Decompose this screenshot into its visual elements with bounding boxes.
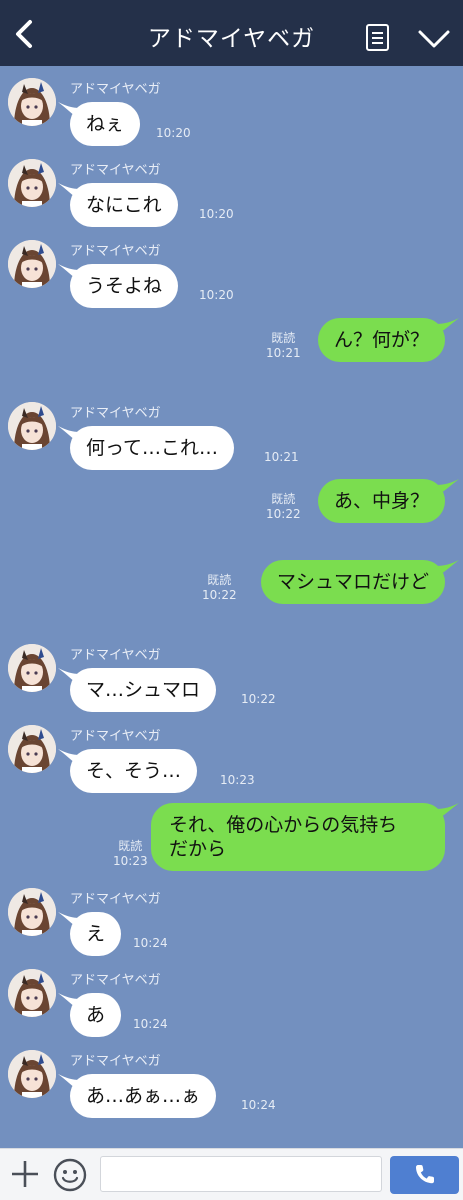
message-bubble[interactable]: マ…シュマロ bbox=[70, 668, 217, 712]
message-row: アドマイヤベガ ねぇ 10:20 bbox=[0, 72, 463, 150]
message-time: 10:20 bbox=[199, 288, 234, 302]
chat-header: アドマイヤベガ bbox=[0, 0, 463, 66]
sender-name: アドマイヤベガ bbox=[70, 892, 161, 907]
message-bubble[interactable]: あ bbox=[70, 993, 122, 1037]
read-label: 既読 bbox=[118, 839, 143, 853]
message-bubble[interactable]: あ…あぁ…ぁ bbox=[70, 1074, 217, 1118]
sender-name: アドマイヤベガ bbox=[70, 729, 161, 744]
message-bubble[interactable]: 何って…これ… bbox=[70, 426, 235, 470]
message-time: 10:23 bbox=[113, 854, 148, 868]
message-row: あ、中身？ 既読 10:22 bbox=[0, 479, 463, 527]
message-time: 10:22 bbox=[266, 507, 301, 521]
avatar[interactable] bbox=[8, 159, 56, 207]
avatar[interactable] bbox=[8, 240, 56, 288]
sender-name: アドマイヤベガ bbox=[70, 406, 161, 421]
message-bubble[interactable]: ん？何が？ bbox=[317, 318, 445, 362]
message-bubble[interactable]: なにこれ bbox=[70, 183, 178, 227]
message-bubble[interactable]: え bbox=[70, 912, 122, 956]
message-bubble[interactable]: マシュマロだけど bbox=[260, 560, 445, 604]
plus-icon bbox=[12, 1161, 38, 1187]
message-row: アドマイヤベガ あ…あぁ…ぁ 10:24 bbox=[0, 1044, 463, 1122]
message-bubble[interactable]: それ、俺の心からの気持ち だから bbox=[151, 803, 445, 871]
read-label: 既読 bbox=[271, 331, 296, 345]
message-time: 10:21 bbox=[264, 450, 299, 464]
emoji-button[interactable] bbox=[52, 1157, 88, 1193]
read-receipt: 既読 10:22 bbox=[266, 492, 301, 522]
avatar[interactable] bbox=[8, 78, 56, 126]
chevron-down-icon bbox=[418, 30, 450, 48]
message-time: 10:24 bbox=[133, 1017, 168, 1031]
expand-menu-button[interactable] bbox=[416, 28, 452, 50]
avatar[interactable] bbox=[8, 969, 56, 1017]
message-row: アドマイヤベガ なにこれ 10:20 bbox=[0, 153, 463, 231]
sender-name: アドマイヤベガ bbox=[70, 973, 161, 988]
sender-name: アドマイヤベガ bbox=[70, 648, 161, 663]
phone-icon bbox=[416, 1165, 434, 1184]
avatar[interactable] bbox=[8, 402, 56, 450]
message-row: アドマイヤベガ うそよね 10:20 bbox=[0, 234, 463, 312]
message-input-bar bbox=[0, 1148, 463, 1200]
chat-title: アドマイヤベガ bbox=[147, 26, 316, 52]
sender-name: アドマイヤベガ bbox=[70, 1054, 161, 1069]
message-time: 10:23 bbox=[220, 773, 255, 787]
sender-name: アドマイヤベガ bbox=[70, 163, 161, 178]
message-time: 10:22 bbox=[241, 692, 276, 706]
message-row: ん？何が？ 既読 10:21 bbox=[0, 318, 463, 366]
sender-name: アドマイヤベガ bbox=[70, 244, 161, 259]
message-time: 10:22 bbox=[202, 588, 237, 602]
read-receipt: 既読 10:22 bbox=[202, 573, 237, 603]
message-time: 10:24 bbox=[241, 1098, 276, 1112]
message-row: アドマイヤベガ マ…シュマロ 10:22 bbox=[0, 638, 463, 716]
message-time: 10:20 bbox=[156, 126, 191, 140]
notes-button[interactable] bbox=[364, 23, 392, 53]
message-bubble[interactable]: うそよね bbox=[70, 264, 179, 308]
avatar[interactable] bbox=[8, 644, 56, 692]
note-list-icon bbox=[366, 24, 389, 51]
message-row: アドマイヤベガ 何って…これ… 10:21 bbox=[0, 396, 463, 474]
add-attachment-button[interactable] bbox=[8, 1157, 42, 1191]
message-time: 10:21 bbox=[266, 346, 301, 360]
message-input[interactable] bbox=[100, 1156, 382, 1192]
avatar[interactable] bbox=[8, 888, 56, 936]
message-row: アドマイヤベガ そ、そう… 10:23 bbox=[0, 719, 463, 797]
avatar[interactable] bbox=[8, 1050, 56, 1098]
message-row: マシュマロだけど 既読 10:22 bbox=[0, 560, 463, 608]
message-bubble[interactable]: あ、中身？ bbox=[317, 479, 445, 523]
message-time: 10:20 bbox=[199, 207, 234, 221]
sender-name: アドマイヤベガ bbox=[70, 82, 161, 97]
smiley-icon bbox=[53, 1158, 87, 1192]
message-row: アドマイヤベガ え 10:24 bbox=[0, 882, 463, 960]
message-bubble[interactable]: そ、そう… bbox=[70, 749, 198, 793]
chat-area[interactable]: アドマイヤベガ ねぇ 10:20 アドマイヤベガ なにこれ 10:20 アドマイ… bbox=[0, 66, 463, 1148]
read-label: 既読 bbox=[207, 573, 232, 587]
message-row: アドマイヤベガ あ 10:24 bbox=[0, 963, 463, 1041]
message-line: だから bbox=[169, 838, 227, 860]
message-row: それ、俺の心からの気持ち だから 既読 10:23 bbox=[0, 803, 463, 873]
call-button[interactable] bbox=[390, 1156, 459, 1194]
read-receipt: 既読 10:21 bbox=[266, 331, 301, 361]
message-time: 10:24 bbox=[133, 936, 168, 950]
read-receipt: 既読 10:23 bbox=[113, 839, 148, 869]
message-line: それ、俺の心からの気持ち bbox=[169, 814, 398, 836]
read-label: 既読 bbox=[271, 492, 296, 506]
message-bubble[interactable]: ねぇ bbox=[70, 102, 141, 146]
avatar[interactable] bbox=[8, 725, 56, 773]
